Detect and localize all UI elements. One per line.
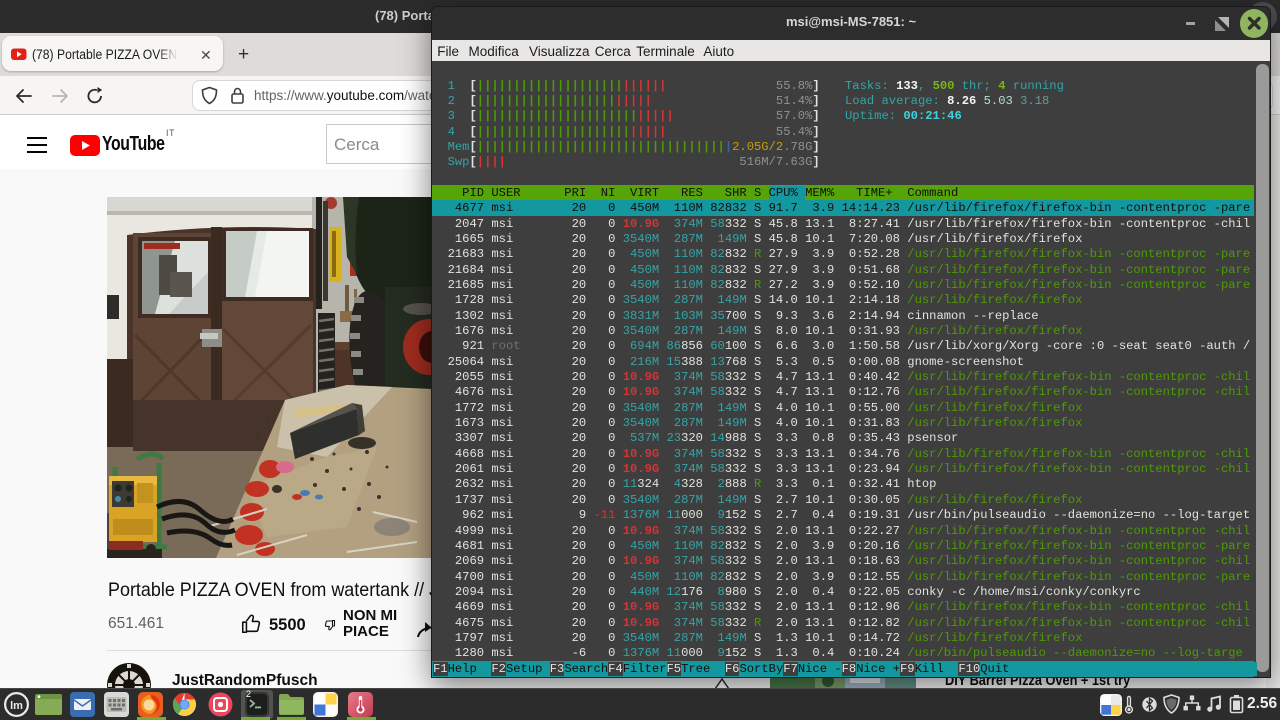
svg-text:lm: lm xyxy=(10,700,23,712)
